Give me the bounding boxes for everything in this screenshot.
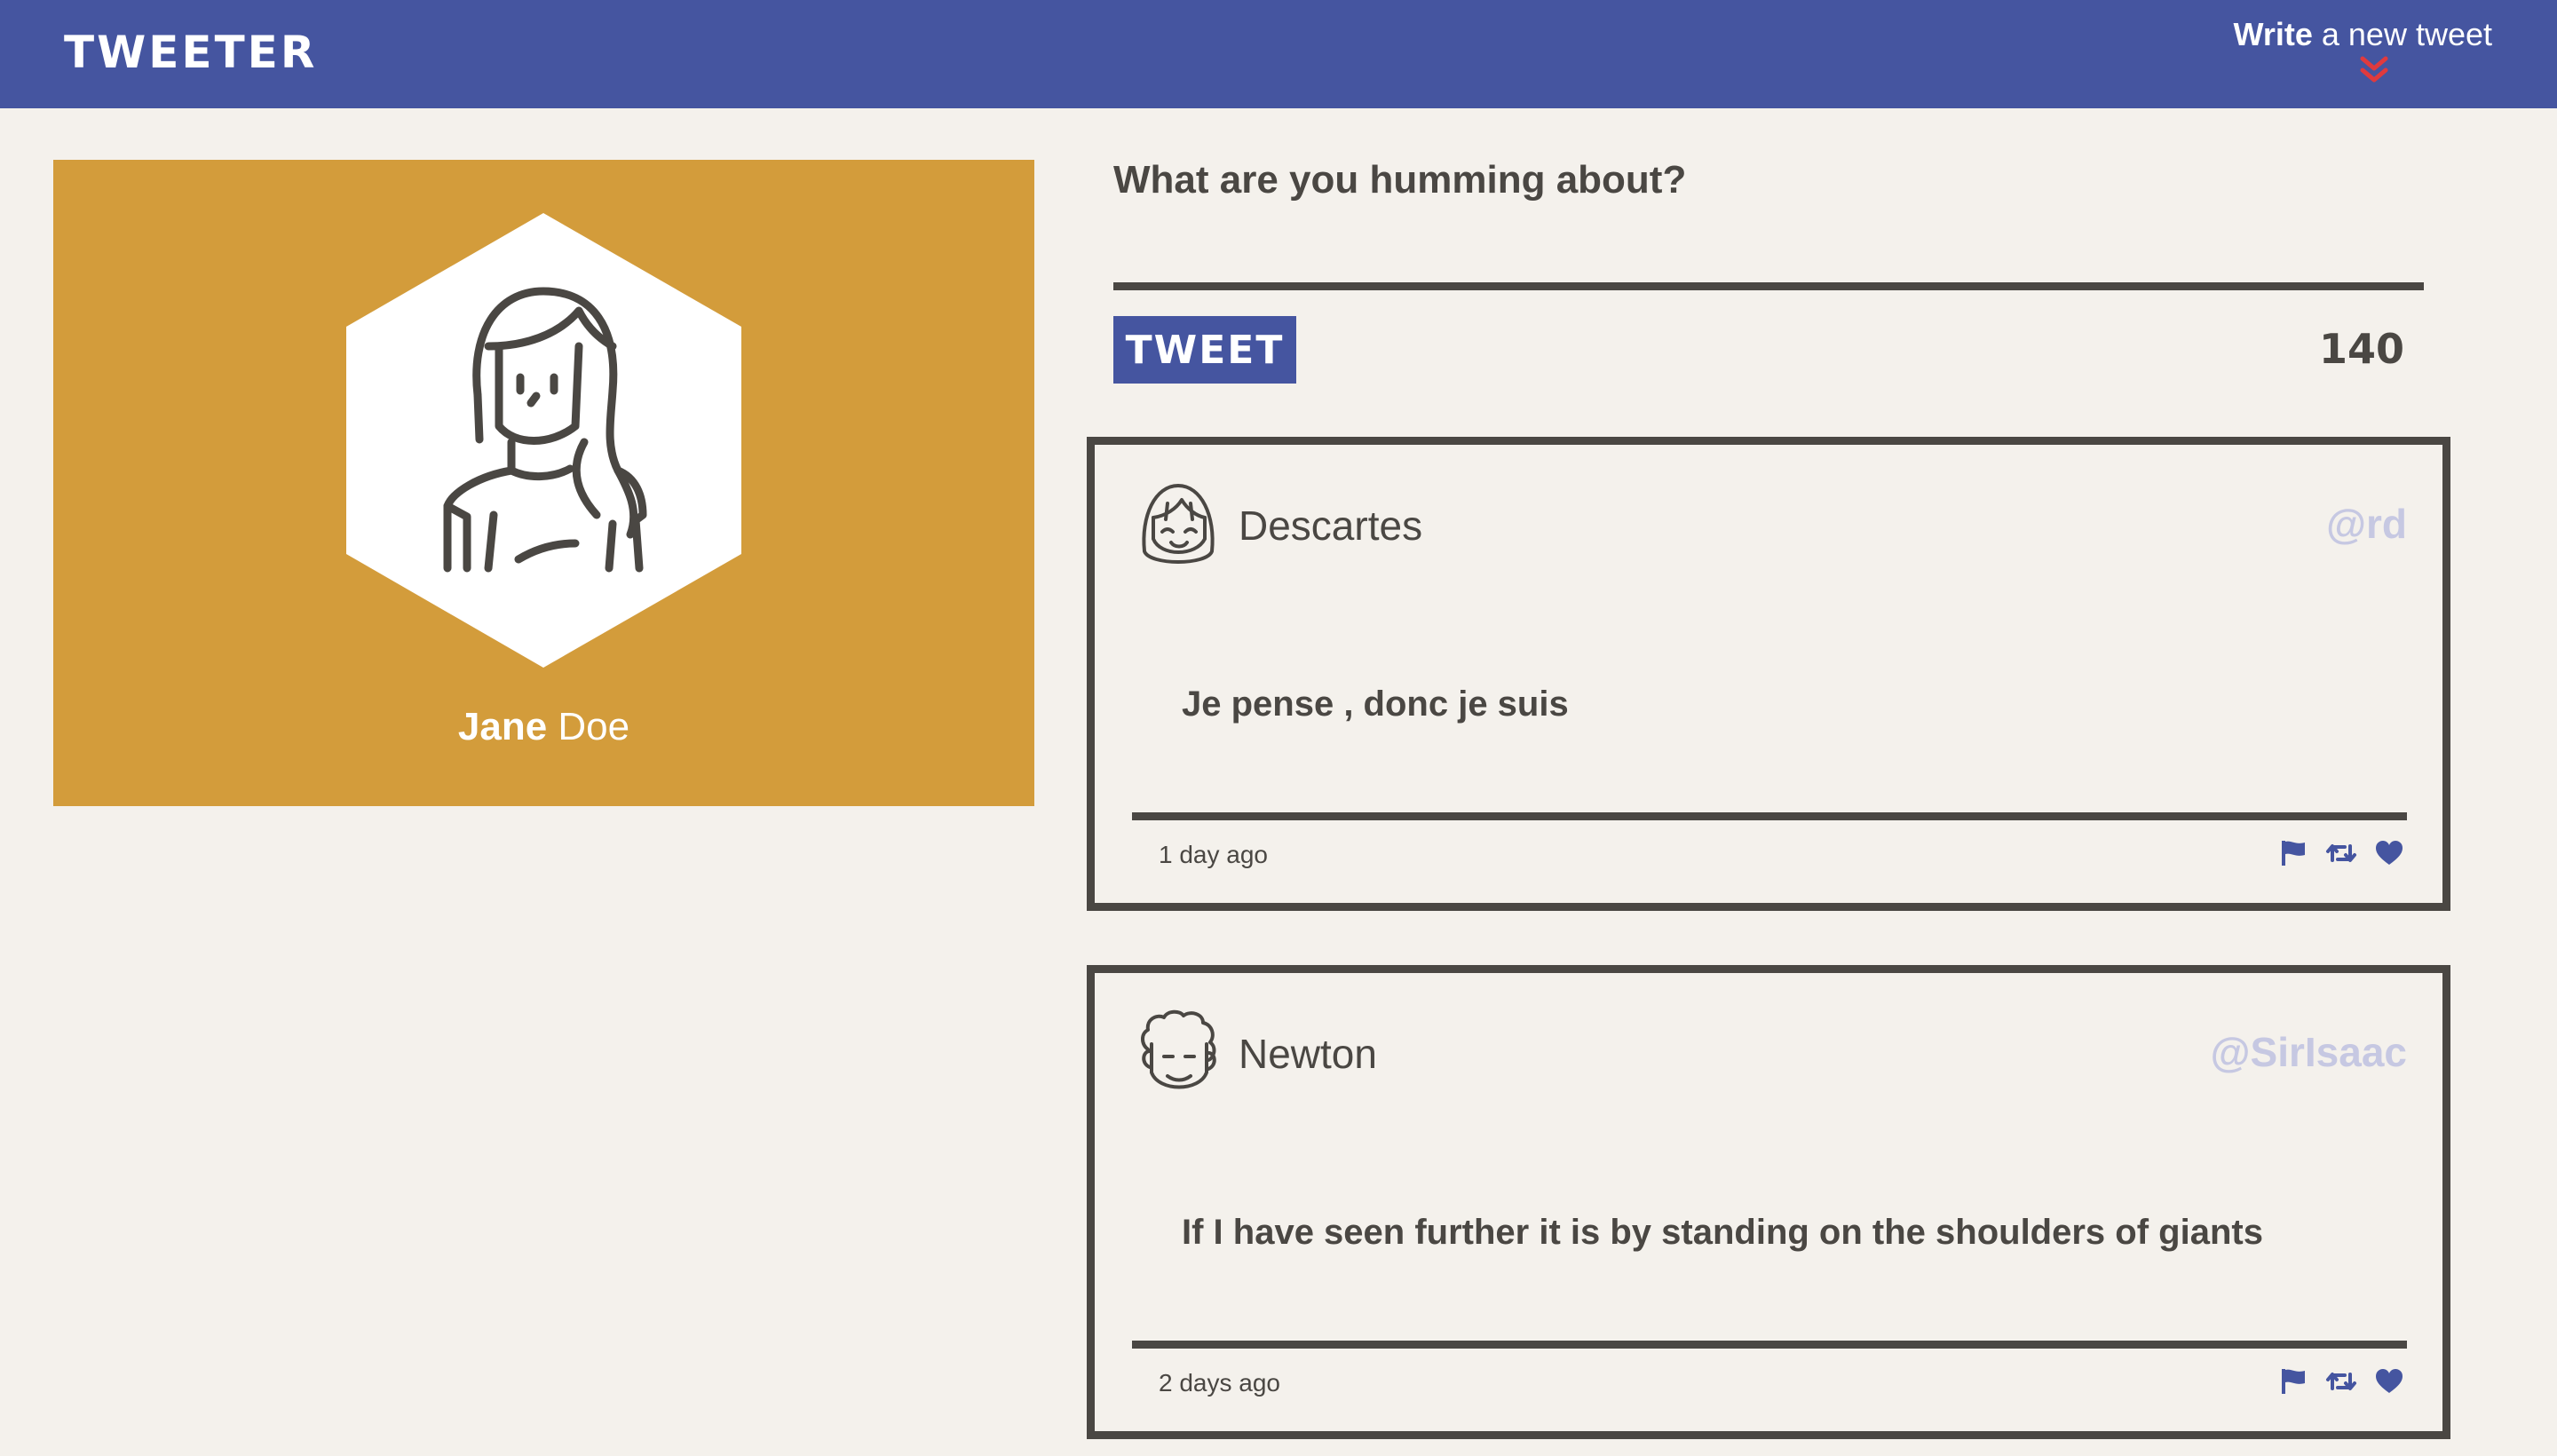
tweet-text: Je pense , donc je suis: [1182, 684, 1569, 724]
retweet-icon[interactable]: [2325, 1365, 2357, 1397]
profile-card: Jane Doe: [53, 160, 1034, 806]
tweet-timestamp: 2 days ago: [1159, 1369, 1280, 1397]
tweet-card: Newton @SirIsaac If I have seen further …: [1087, 965, 2450, 1439]
tweet-divider: [1132, 812, 2407, 820]
double-chevron-down-icon: [2360, 56, 2388, 83]
tweet-author-handle[interactable]: @SirIsaac: [2211, 1028, 2407, 1076]
user-avatar-icon: [1141, 1009, 1216, 1089]
user-avatar-icon: [1142, 484, 1215, 564]
tweet-text: If I have seen further it is by standing…: [1182, 1213, 2263, 1252]
flag-icon[interactable]: [2277, 1365, 2309, 1397]
tweet-author-name[interactable]: Newton: [1239, 1030, 1377, 1078]
write-new-tweet-label: Write a new tweet: [2233, 16, 2492, 52]
heart-icon[interactable]: [2373, 1365, 2405, 1397]
character-counter: 140: [2318, 325, 2404, 373]
tweet-button[interactable]: TWEET: [1113, 316, 1296, 384]
tweet-input[interactable]: [1113, 195, 2424, 284]
tweet-author-handle[interactable]: @rd: [2326, 500, 2407, 548]
brand-logo[interactable]: TWEETER: [64, 27, 317, 78]
tweet-timestamp: 1 day ago: [1159, 841, 1268, 868]
flag-icon[interactable]: [2277, 837, 2309, 869]
heart-icon[interactable]: [2373, 837, 2405, 869]
profile-name: Jane Doe: [457, 705, 630, 748]
write-new-tweet-toggle[interactable]: Write a new tweet: [2226, 16, 2492, 92]
compose-underline: [1113, 282, 2424, 290]
tweet-divider: [1132, 1341, 2407, 1349]
tweet-card: Descartes @rd Je pense , donc je suis 1 …: [1087, 437, 2450, 911]
profile-avatar: [346, 213, 741, 668]
tweet-actions: [2277, 835, 2405, 871]
tweet-author-name[interactable]: Descartes: [1239, 502, 1422, 550]
top-nav: TWEETER Write a new tweet: [0, 0, 2557, 108]
retweet-icon[interactable]: [2325, 837, 2357, 869]
new-tweet-form: What are you humming about? TWEET 140: [1113, 151, 2424, 391]
tweet-actions: [2277, 1364, 2405, 1399]
